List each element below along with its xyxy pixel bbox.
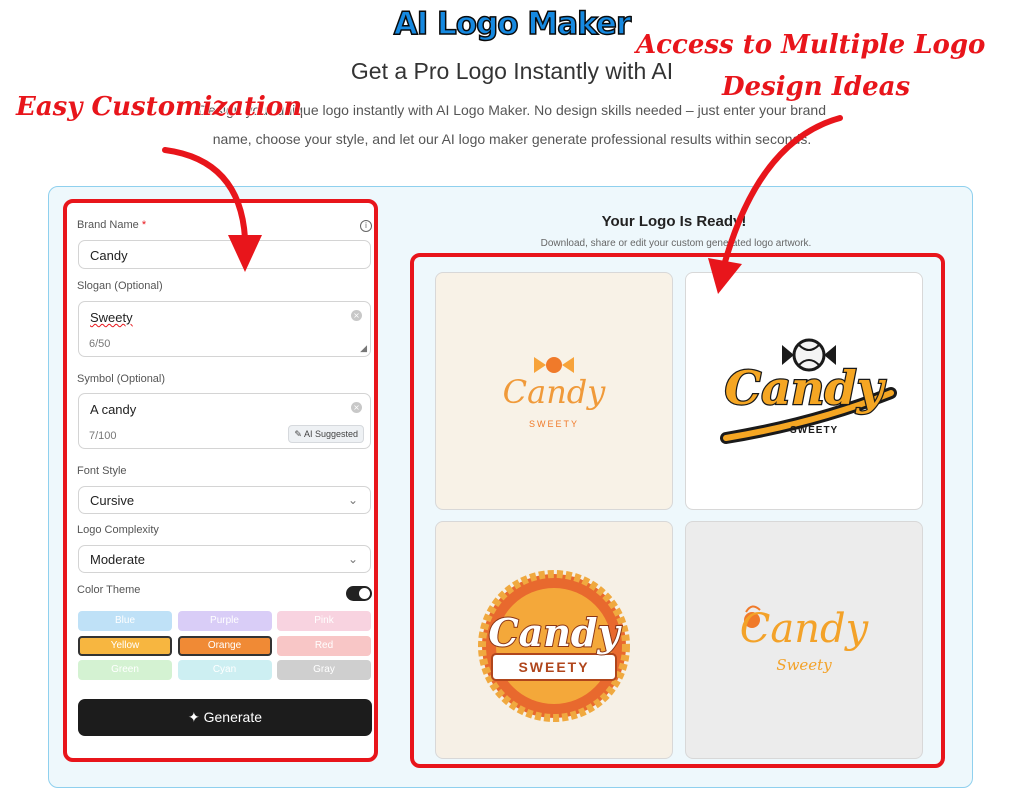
- logo-results-panel: Candy SWEETY Candy SWEETY Candy SWEETY C…: [410, 253, 945, 768]
- results-description: Download, share or edit your custom gene…: [540, 238, 812, 249]
- clear-icon[interactable]: ×: [351, 310, 362, 321]
- color-swatch-purple[interactable]: Purple: [177, 611, 272, 631]
- magic-wand-icon: ✎: [294, 429, 302, 439]
- results-title: Your Logo Is Ready!: [601, 213, 747, 230]
- logo-tagline: SWEETY: [518, 659, 590, 675]
- brand-name-label: Brand Name *: [77, 219, 147, 231]
- logo-tagline: SWEETY: [528, 419, 579, 429]
- color-swatch-green[interactable]: Green: [78, 660, 172, 680]
- logo-complexity-select[interactable]: Moderate ⌄: [78, 545, 371, 573]
- logo-tile[interactable]: Candy Sweety: [685, 521, 923, 759]
- color-theme-toggle[interactable]: [346, 586, 372, 601]
- annotation-easy-customization: Easy Customization: [15, 91, 303, 122]
- annotation-multiple-logos-line1: Access to Multiple Logo: [635, 29, 986, 60]
- logo-tagline: Sweety: [776, 656, 832, 674]
- logo-tagline: SWEETY: [790, 425, 839, 436]
- logo-tile[interactable]: Candy SWEETY: [435, 521, 673, 759]
- magic-wand-icon: ✦: [188, 709, 200, 725]
- slogan-textarea[interactable]: Sweety × 6/50 ◢: [78, 301, 371, 357]
- color-swatch-red[interactable]: Red: [277, 635, 371, 656]
- brand-name-value: Candy: [90, 248, 128, 263]
- annotation-multiple-logos-line2: Design Ideas: [721, 71, 911, 102]
- color-swatch-blue[interactable]: Blue: [78, 611, 172, 631]
- chevron-down-icon: ⌄: [347, 552, 358, 566]
- color-swatch-gray[interactable]: Gray: [277, 660, 371, 680]
- symbol-counter: 7/100: [89, 430, 117, 442]
- font-style-label: Font Style: [77, 465, 127, 477]
- color-swatch-yellow[interactable]: Yellow: [78, 635, 172, 656]
- logo-tile[interactable]: Candy SWEETY: [685, 272, 923, 510]
- slogan-label: Slogan (Optional): [77, 280, 163, 292]
- color-swatch-orange[interactable]: Orange: [177, 635, 272, 656]
- logo-complexity-label: Logo Complexity: [77, 524, 159, 536]
- logo-wordmark: Candy: [502, 373, 606, 411]
- generate-button[interactable]: ✦ Generate: [78, 699, 372, 736]
- logo-wordmark: Candy: [723, 360, 884, 417]
- clear-icon[interactable]: ×: [351, 402, 362, 413]
- slogan-counter: 6/50: [89, 338, 111, 350]
- symbol-value: A candy: [90, 402, 137, 417]
- color-swatch-pink[interactable]: Pink: [277, 611, 371, 631]
- font-style-value: Cursive: [90, 493, 135, 508]
- resize-handle-icon[interactable]: ◢: [360, 344, 367, 354]
- chevron-down-icon: ⌄: [347, 493, 358, 507]
- slogan-value: Sweety: [90, 310, 133, 325]
- color-theme-label: Color Theme: [77, 584, 141, 596]
- logo-tile[interactable]: Candy SWEETY: [435, 272, 673, 510]
- color-swatch-cyan[interactable]: Cyan: [177, 660, 272, 680]
- symbol-label: Symbol (Optional): [77, 373, 166, 385]
- ai-suggested-button[interactable]: ✎ AI Suggested: [288, 425, 364, 443]
- logo-wordmark: Candy: [487, 609, 620, 656]
- symbol-textarea[interactable]: A candy × 7/100 ✎ AI Suggested: [78, 393, 371, 449]
- logo-wordmark: Candy: [739, 606, 869, 652]
- toggle-knob: [359, 588, 370, 599]
- info-icon[interactable]: i: [360, 220, 372, 232]
- font-style-select[interactable]: Cursive ⌄: [78, 486, 371, 514]
- brand-name-input[interactable]: Candy: [78, 240, 371, 269]
- logo-complexity-value: Moderate: [90, 552, 145, 567]
